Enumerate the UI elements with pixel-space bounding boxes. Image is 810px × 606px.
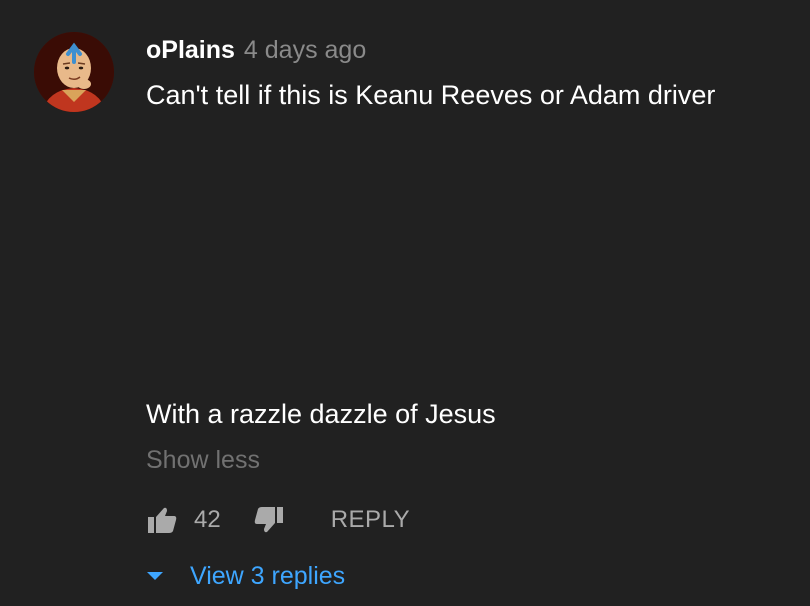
author-name[interactable]: oPlains (146, 36, 235, 65)
comment-text-line: With a razzle dazzle of Jesus (146, 399, 496, 429)
aang-avatar-icon (34, 32, 114, 112)
like-count: 42 (194, 506, 221, 533)
comment-action-bar: 42 REPLY (146, 500, 410, 540)
comment-text-line: Can't tell if this is Keanu Reeves or Ad… (146, 80, 716, 110)
comment-header: oPlains 4 days ago (146, 36, 366, 68)
caret-down-icon (146, 570, 164, 582)
thumbs-down-icon (254, 507, 283, 533)
reply-button[interactable]: REPLY (331, 506, 410, 534)
comment-timestamp[interactable]: 4 days ago (244, 36, 366, 65)
view-replies-button[interactable]: View 3 replies (146, 558, 345, 594)
comment-thread: oPlains 4 days ago Can't tell if this is… (0, 0, 810, 606)
avatar[interactable] (34, 32, 114, 112)
dislike-button[interactable] (253, 504, 285, 536)
show-less-button[interactable]: Show less (146, 446, 260, 475)
like-button[interactable] (146, 504, 178, 536)
thumbs-up-icon (148, 507, 177, 533)
view-replies-label: View 3 replies (190, 561, 346, 590)
